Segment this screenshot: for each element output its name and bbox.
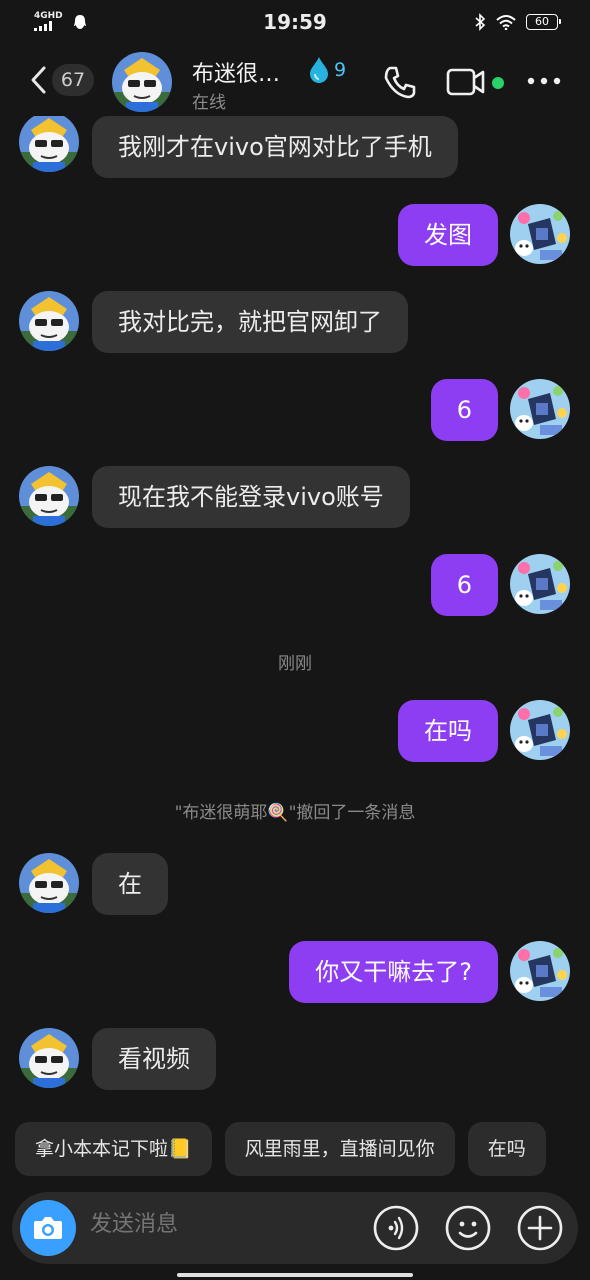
camera-button[interactable]	[20, 1200, 76, 1256]
message-input[interactable]	[90, 1212, 360, 1237]
quick-reply-chip[interactable]: 在吗	[467, 1122, 546, 1176]
message-bubble[interactable]: 现在我不能登录vivo账号	[92, 466, 410, 528]
my-avatar[interactable]	[510, 700, 570, 760]
bluetooth-icon	[475, 13, 486, 31]
message-bubble[interactable]: 你又干嘛去了?	[289, 941, 498, 1003]
recall-notice: "布迷很萌耶🍭"撤回了一条消息	[174, 803, 416, 823]
phone-icon[interactable]	[382, 64, 418, 100]
message-bubble[interactable]: 在	[92, 853, 168, 915]
voice-message-icon[interactable]	[372, 1204, 420, 1252]
message-bubble[interactable]: 6	[430, 379, 498, 441]
contact-avatar[interactable]	[112, 52, 172, 112]
back-button[interactable]: 67	[30, 64, 94, 96]
quick-reply-chip[interactable]: 风里雨里，直播间见你	[224, 1122, 455, 1176]
home-indicator[interactable]	[177, 1273, 413, 1277]
my-avatar[interactable]	[510, 554, 570, 614]
wifi-icon	[496, 15, 516, 30]
chat-header: 67 布迷很… 9 在线	[0, 50, 590, 116]
contact-avatar[interactable]	[19, 466, 79, 526]
message-bubble[interactable]: 发图	[398, 204, 498, 266]
message-list[interactable]: 我刚才在vivo官网对比了手机 发图 我对比完，就把官网卸了 6 现在我不能登录…	[0, 116, 590, 1116]
contact-name[interactable]: 布迷很…	[192, 56, 280, 88]
quick-reply-chip[interactable]: 拿小本本记下啦📒	[15, 1122, 212, 1176]
chevron-left-icon	[31, 66, 46, 94]
message-bubble[interactable]: 6	[430, 554, 498, 616]
contact-avatar[interactable]	[19, 116, 79, 172]
message-bubble[interactable]: 看视频	[92, 1028, 216, 1090]
water-drop-icon	[310, 57, 328, 83]
unread-count-badge: 67	[52, 64, 94, 96]
message-bubble[interactable]: 在吗	[398, 700, 498, 762]
contact-status: 在线	[192, 93, 226, 113]
timestamp-divider: 刚刚	[278, 654, 312, 674]
my-avatar[interactable]	[510, 379, 570, 439]
camera-icon	[34, 1217, 62, 1239]
quick-reply-bar: 拿小本本记下啦📒 风里雨里，直播间见你 在吗	[15, 1122, 546, 1176]
status-bar: 4GHD 19:59 60	[0, 0, 590, 44]
contact-avatar[interactable]	[19, 1028, 79, 1088]
emoji-icon[interactable]	[444, 1204, 492, 1252]
streak-badge[interactable]: 9	[308, 56, 346, 84]
online-indicator	[492, 77, 504, 89]
video-call-icon[interactable]	[446, 64, 486, 100]
contact-avatar[interactable]	[19, 291, 79, 351]
my-avatar[interactable]	[510, 204, 570, 264]
add-icon[interactable]	[516, 1204, 564, 1252]
battery-indicator: 60	[526, 14, 561, 30]
message-input-bar	[12, 1192, 578, 1264]
contact-avatar[interactable]	[19, 853, 79, 913]
message-bubble[interactable]: 我对比完，就把官网卸了	[92, 291, 408, 353]
my-avatar[interactable]	[510, 941, 570, 1001]
streak-count: 9	[334, 59, 347, 81]
message-bubble[interactable]: 我刚才在vivo官网对比了手机	[92, 116, 458, 178]
more-options-icon[interactable]	[526, 75, 562, 87]
